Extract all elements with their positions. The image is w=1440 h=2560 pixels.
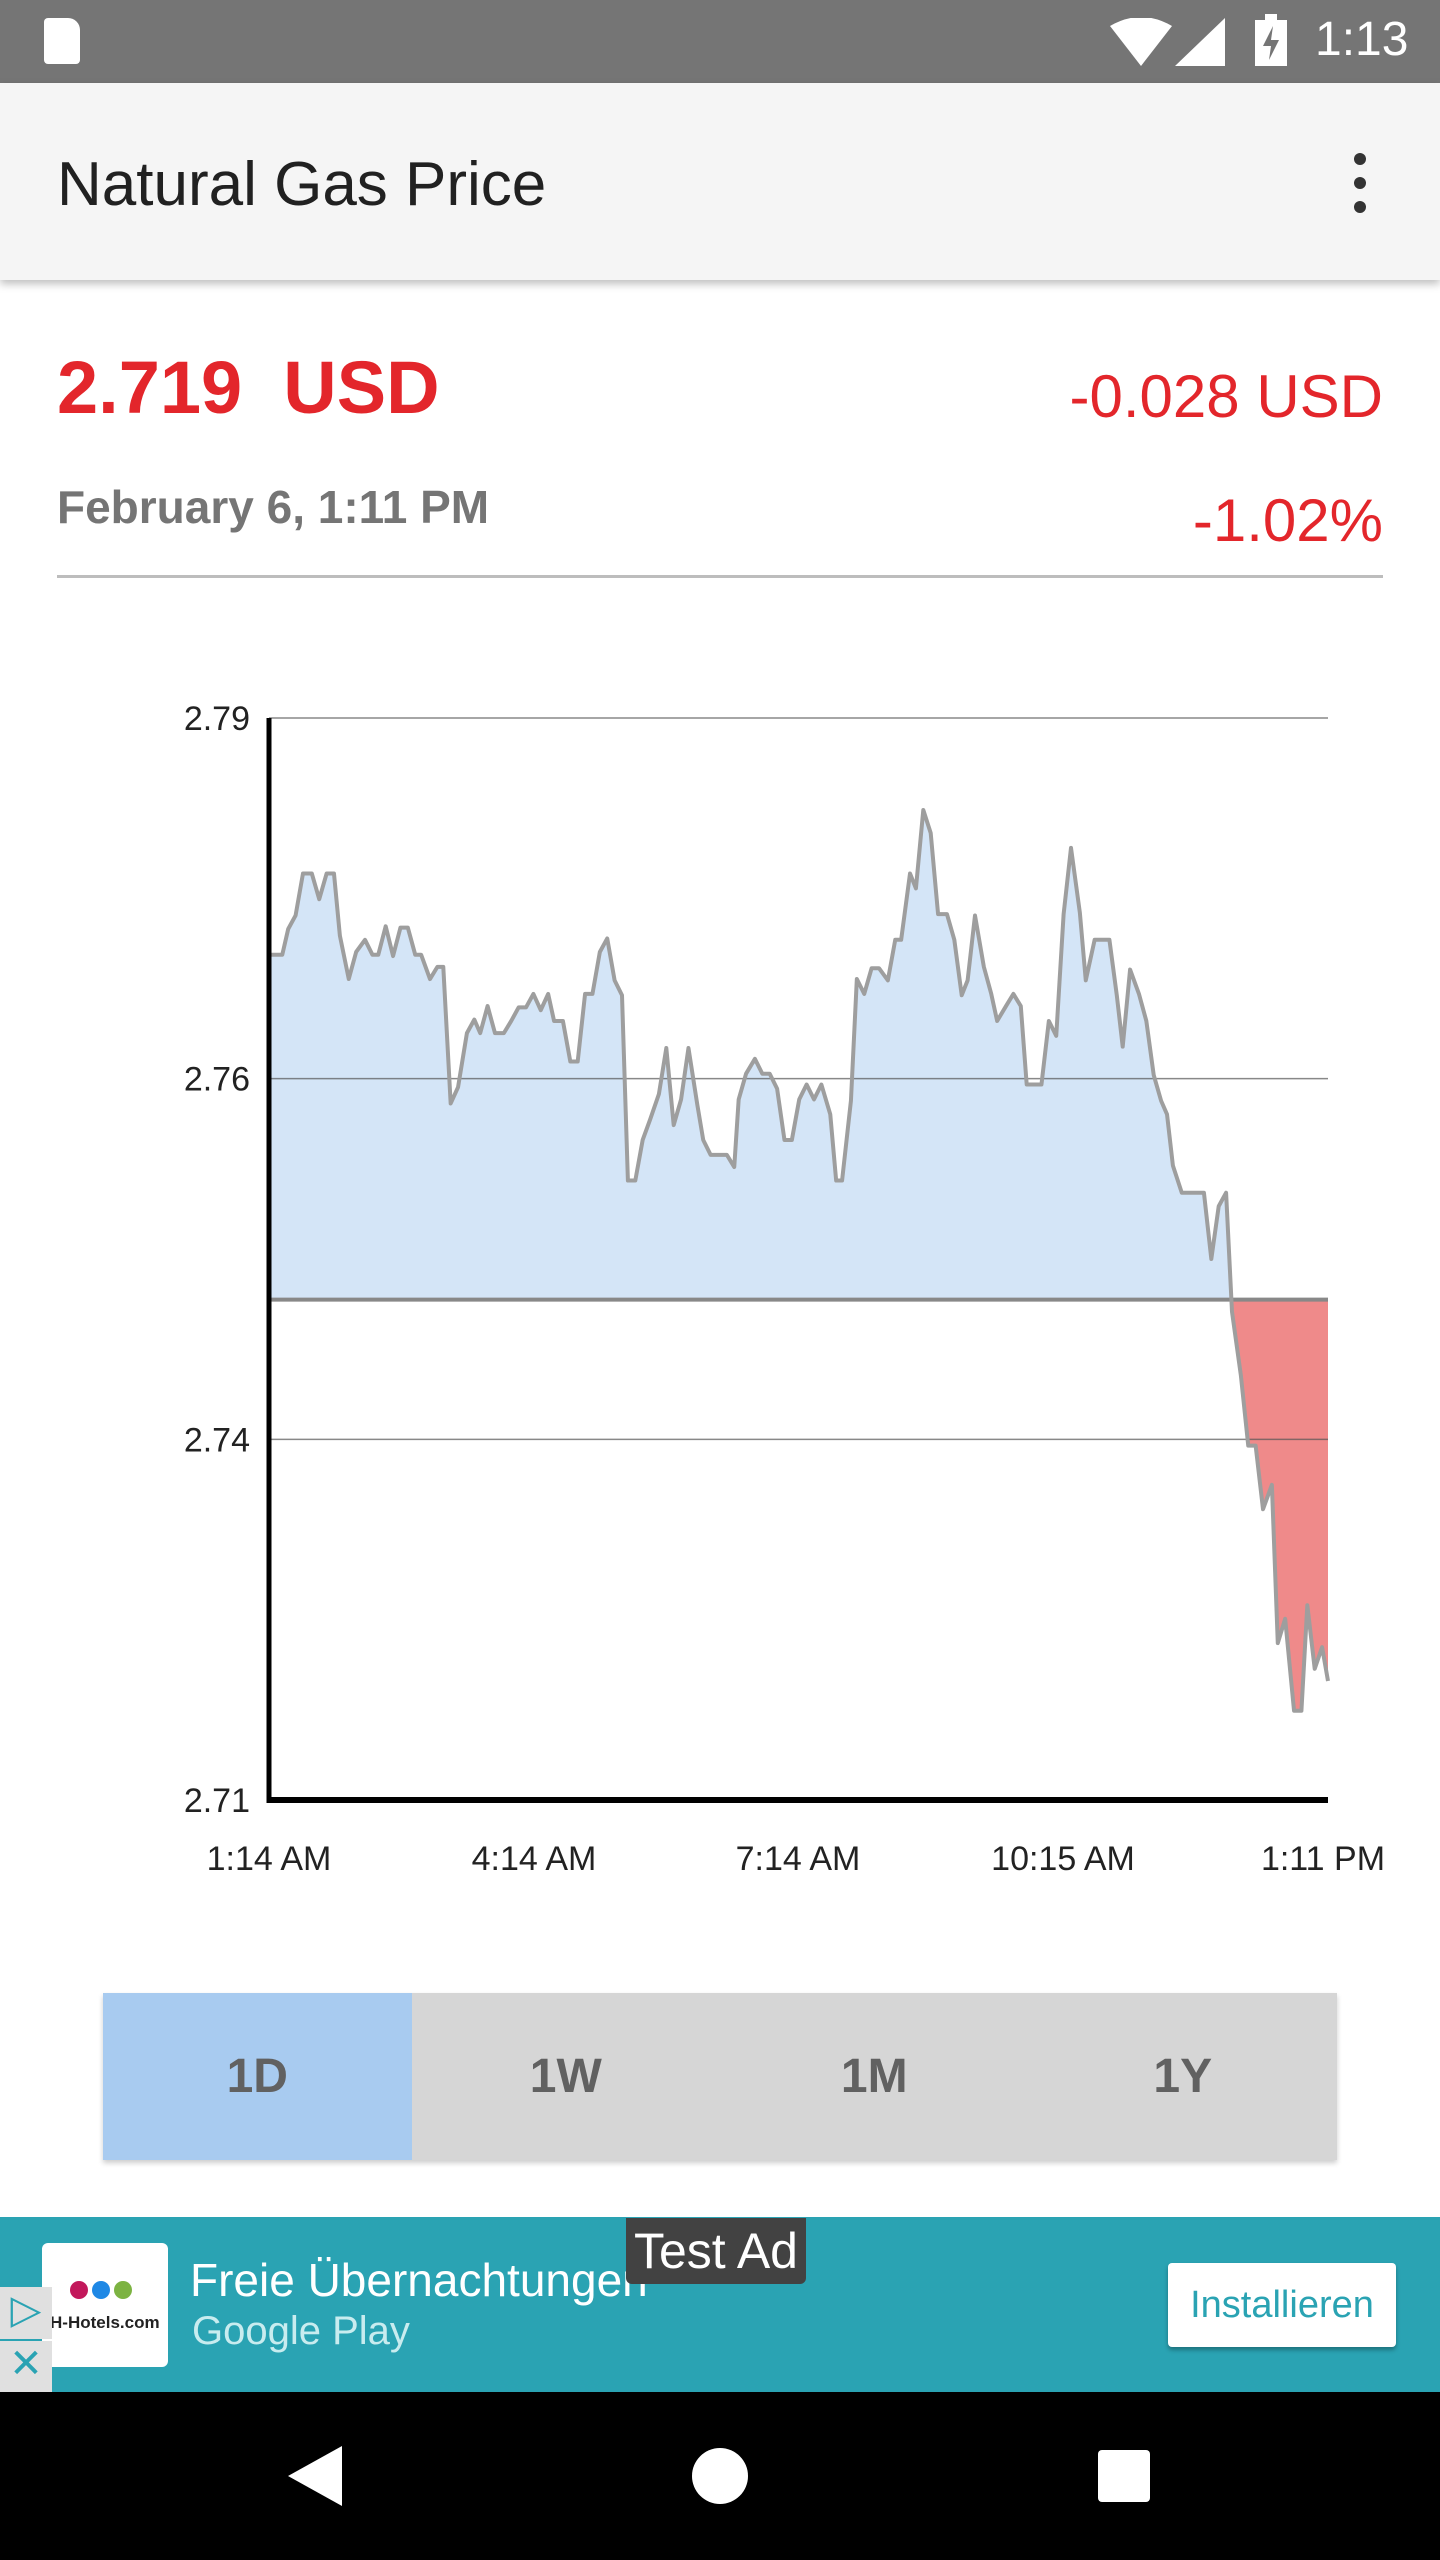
quote-date: February 6, 1:11 PM (57, 481, 490, 533)
percent-change: -1.02% (1192, 487, 1383, 554)
clock: 1:13 (1315, 13, 1409, 66)
ad-banner[interactable]: H-Hotels.com Freie Übernachtungen Google… (0, 2217, 1440, 2392)
signal-icon (1175, 18, 1225, 66)
wifi-icon (1110, 18, 1172, 66)
ad-headline: Freie Übernachtungen (190, 2254, 648, 2306)
y-tick-label: 2.79 (184, 700, 250, 738)
x-tick-label: 4:14 AM (472, 1840, 597, 1878)
price-change: -0.028 USD (1069, 363, 1383, 430)
navigation-bar (0, 2392, 1440, 2560)
range-selector: 1D 1W 1M 1Y (103, 1993, 1337, 2160)
more-vert-icon[interactable] (1340, 153, 1380, 213)
back-icon[interactable] (288, 2446, 342, 2506)
y-tick-label: 2.71 (184, 1782, 250, 1820)
x-tick-label: 1:11 PM (1261, 1840, 1385, 1878)
close-icon[interactable]: ✕ (0, 2341, 52, 2392)
x-tick-label: 1:14 AM (207, 1840, 332, 1878)
adchoices-icon[interactable]: ▷ (0, 2287, 52, 2339)
page-title: Natural Gas Price (57, 150, 547, 219)
range-button-1w[interactable]: 1W (412, 1993, 721, 2160)
x-tick-label: 7:14 AM (736, 1840, 861, 1878)
home-icon[interactable] (692, 2448, 748, 2504)
y-tick-label: 2.74 (184, 1421, 250, 1459)
range-button-1m[interactable]: 1M (720, 1993, 1029, 2160)
price-chart[interactable]: 2.79 2.76 2.74 2.71 1:14 AM 4:14 AM 7:14 AM 10:… (0, 660, 1440, 1920)
battery-charging-icon (1255, 14, 1287, 66)
range-button-1y[interactable]: 1Y (1029, 1993, 1338, 2160)
x-tick-label: 10:15 AM (991, 1840, 1135, 1878)
divider (57, 575, 1383, 578)
ad-logo: H-Hotels.com (42, 2243, 168, 2367)
range-button-1d[interactable]: 1D (103, 1993, 412, 2160)
app-bar: Natural Gas Price (0, 83, 1440, 280)
ad-store: Google Play (192, 2309, 410, 2353)
install-button[interactable]: Installieren (1168, 2263, 1396, 2347)
y-tick-label: 2.76 (184, 1061, 250, 1099)
status-bar: 1:13 (0, 0, 1440, 83)
test-ad-badge: Test Ad (626, 2218, 806, 2284)
sd-card-icon (44, 18, 80, 64)
recents-icon[interactable] (1098, 2450, 1150, 2502)
area-above-baseline (269, 809, 1328, 1300)
current-price: 2.719 USD (57, 346, 440, 429)
